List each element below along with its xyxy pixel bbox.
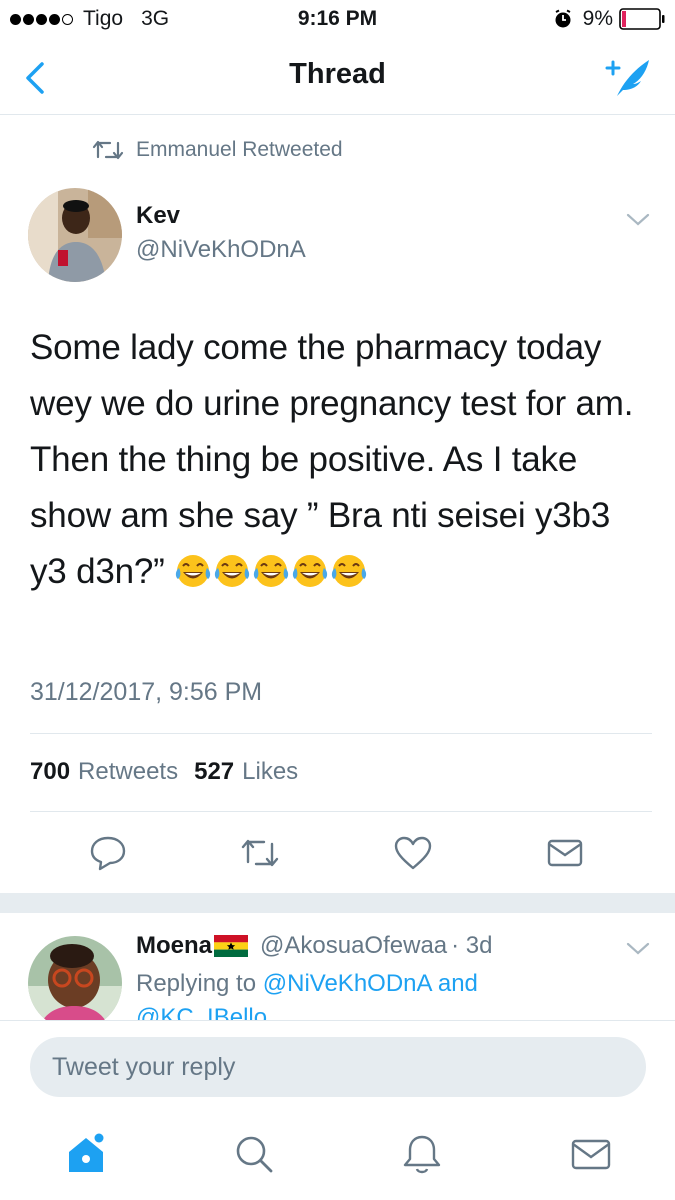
twitter-thread-screen: Tigo 3G 9:16 PM 9% Thread Emmanuel Retwe… (0, 0, 675, 1200)
page-title: Thread (289, 58, 386, 90)
reply-time: · 3d (451, 932, 493, 959)
replying-to-line: Replying to @NiVeKhODnA and (136, 970, 478, 998)
status-right: 9% (553, 7, 665, 31)
tears-of-joy-emoji-icon (254, 555, 289, 587)
tweet-text: Some lady come the pharmacy today wey we… (30, 320, 650, 600)
direct-message-icon[interactable] (545, 834, 585, 872)
author-avatar[interactable] (28, 188, 122, 282)
author-handle[interactable]: @NiVeKhODnA (136, 236, 306, 264)
alarm-icon (555, 9, 571, 28)
replying-to-link-2[interactable]: @KC_IBello (136, 1004, 267, 1020)
reply-icon[interactable] (88, 834, 128, 872)
tears-of-joy-emoji-icon (332, 555, 367, 587)
ghana-flag-icon (214, 935, 249, 957)
retweets-stat[interactable]: 700 Retweets (30, 758, 178, 786)
reply-author-name[interactable]: Moena (136, 932, 212, 960)
notifications-bell-icon[interactable] (400, 1132, 444, 1176)
battery-percent: 9% (582, 7, 613, 30)
retweeted-by-text: Emmanuel Retweeted (136, 138, 343, 161)
status-bar: Tigo 3G 9:16 PM 9% (0, 0, 675, 40)
home-icon[interactable] (64, 1132, 108, 1176)
retweeted-by-line[interactable]: Emmanuel Retweeted (92, 138, 343, 162)
tears-of-joy-emoji-icon (293, 555, 328, 587)
retweet-icon[interactable] (240, 834, 280, 872)
retweets-label: Retweets (78, 758, 179, 785)
tears-of-joy-emoji-icon (215, 555, 250, 587)
tears-of-joy-emoji-icon (176, 555, 211, 587)
reply-header: Moena @AkosuaOfewaa · 3d (136, 932, 493, 960)
divider (30, 811, 652, 812)
tweet-menu-chevron-down-icon[interactable] (625, 212, 651, 228)
compose-tweet-icon[interactable] (603, 54, 653, 100)
likes-label: Likes (242, 758, 299, 785)
emoji-group (174, 552, 369, 591)
section-separator (0, 893, 675, 913)
reply-author-handle[interactable]: @AkosuaOfewaa (260, 932, 447, 960)
reply-author-avatar[interactable] (28, 936, 122, 1030)
navigation-bar: Thread (0, 40, 675, 115)
divider (30, 733, 652, 734)
retweet-small-icon (92, 140, 124, 160)
like-heart-icon[interactable] (393, 834, 433, 872)
messages-envelope-icon[interactable] (569, 1132, 613, 1176)
author-name[interactable]: Kev (136, 202, 180, 230)
tweet-reply-input[interactable] (30, 1037, 646, 1097)
replying-to-link[interactable]: @NiVeKhODnA and (263, 970, 478, 997)
reply-menu-chevron-down-icon[interactable] (625, 941, 651, 957)
likes-stat[interactable]: 527 Likes (194, 758, 298, 786)
battery-icon (619, 8, 665, 30)
search-icon[interactable] (232, 1132, 276, 1176)
tweet-stats: 700 Retweets 527 Likes (30, 758, 314, 786)
retweets-count: 700 (30, 758, 71, 785)
replying-to-prefix: Replying to (136, 970, 257, 997)
likes-count: 527 (194, 758, 235, 785)
tweet-timestamp: 31/12/2017, 9:56 PM (30, 678, 263, 706)
